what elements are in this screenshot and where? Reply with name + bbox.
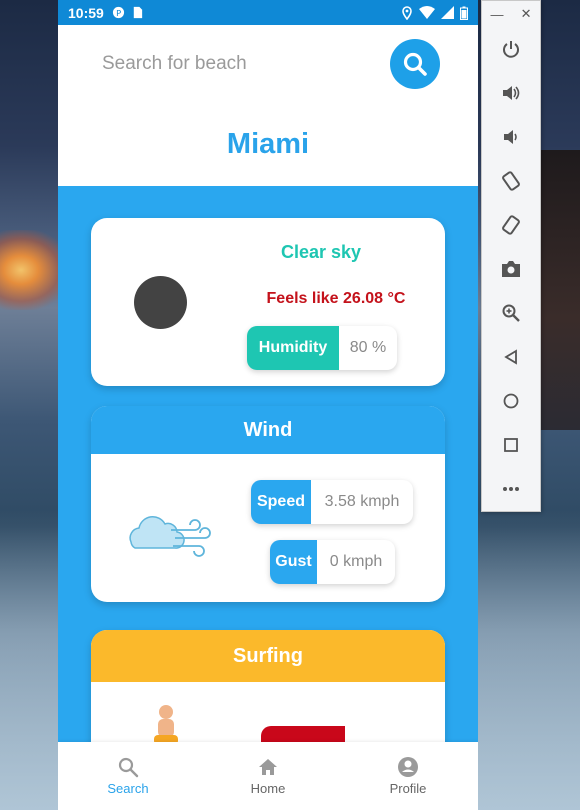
sim-card-icon — [133, 6, 142, 19]
weather-card: Clear sky Feels like 26.08 °C Humidity 8… — [91, 218, 445, 386]
more-icon — [503, 487, 519, 491]
nav-profile-label: Profile — [389, 781, 427, 796]
bottom-navigation: Search Home Profile — [58, 742, 478, 810]
city-title: Miami — [226, 128, 310, 160]
home-icon — [259, 759, 277, 775]
minimize-icon[interactable]: — — [491, 7, 504, 22]
close-icon[interactable]: ✕ — [521, 6, 532, 22]
nav-home-label: Home — [250, 781, 286, 796]
overview-button[interactable] — [482, 423, 540, 467]
signal-icon — [441, 6, 454, 19]
search-input[interactable] — [100, 52, 390, 76]
rotate-left-icon — [502, 171, 520, 191]
feels-like-text: Feels like 26.08 °C — [266, 290, 406, 307]
humidity-value: 80 % — [349, 339, 387, 356]
battery-icon — [460, 6, 468, 20]
toolbar-window-controls: — ✕ — [482, 1, 540, 27]
nav-search-label: Search — [107, 781, 149, 796]
power-icon — [503, 41, 519, 58]
gust-value: 0 kmph — [329, 553, 383, 570]
power-button[interactable] — [482, 27, 540, 71]
surfing-title: Surfing — [91, 630, 445, 682]
home-circle-icon — [503, 393, 519, 409]
volume-down-button[interactable] — [482, 115, 540, 159]
camera-icon — [502, 261, 520, 277]
svg-text:P: P — [116, 8, 121, 18]
gust-pill: Gust 0 kmph — [270, 540, 395, 584]
volume-up-button[interactable] — [482, 71, 540, 115]
status-time: 10:59 — [68, 4, 104, 21]
nav-search[interactable]: Search — [58, 742, 198, 810]
rotate-right-button[interactable] — [482, 203, 540, 247]
overview-icon — [504, 438, 518, 452]
rotate-left-button[interactable] — [482, 159, 540, 203]
search-icon — [118, 757, 139, 778]
wifi-icon — [419, 6, 435, 19]
humidity-label: Humidity — [247, 326, 339, 370]
rotate-right-icon — [502, 215, 520, 235]
volume-down-icon — [504, 130, 517, 144]
gust-label: Gust — [270, 540, 317, 584]
app-notification-icon: P — [112, 6, 124, 19]
screenshot-button[interactable] — [482, 247, 540, 291]
zoom-button[interactable] — [482, 291, 540, 335]
wind-title: Wind — [91, 406, 445, 454]
speed-value: 3.58 kmph — [324, 493, 400, 510]
search-icon — [403, 52, 427, 76]
phone-screen: 10:59 P Miami Clear sky Feels like 26.08… — [58, 0, 478, 810]
location-icon — [402, 5, 412, 20]
wind-card: Wind Speed 3.58 kmph Gust 0 kmph — [91, 406, 445, 602]
zoom-icon — [502, 304, 520, 322]
nav-home[interactable]: Home — [198, 742, 338, 810]
back-button[interactable] — [482, 335, 540, 379]
search-bar — [58, 25, 478, 103]
volume-up-icon — [503, 86, 520, 100]
status-bar: 10:59 P — [58, 0, 478, 25]
speed-label: Speed — [251, 480, 311, 524]
nav-profile[interactable]: Profile — [338, 742, 478, 810]
speed-pill: Speed 3.58 kmph — [251, 480, 413, 524]
home-button[interactable] — [482, 379, 540, 423]
wind-cloud-icon — [129, 516, 211, 557]
emulator-toolbar: — ✕ — [481, 0, 541, 512]
back-icon — [504, 349, 517, 365]
weather-description: Clear sky — [280, 242, 362, 262]
search-button[interactable] — [390, 39, 440, 89]
profile-icon — [398, 757, 418, 777]
weather-status-icon — [134, 276, 187, 329]
humidity-pill: Humidity 80 % — [247, 326, 397, 370]
more-button[interactable] — [482, 467, 540, 511]
